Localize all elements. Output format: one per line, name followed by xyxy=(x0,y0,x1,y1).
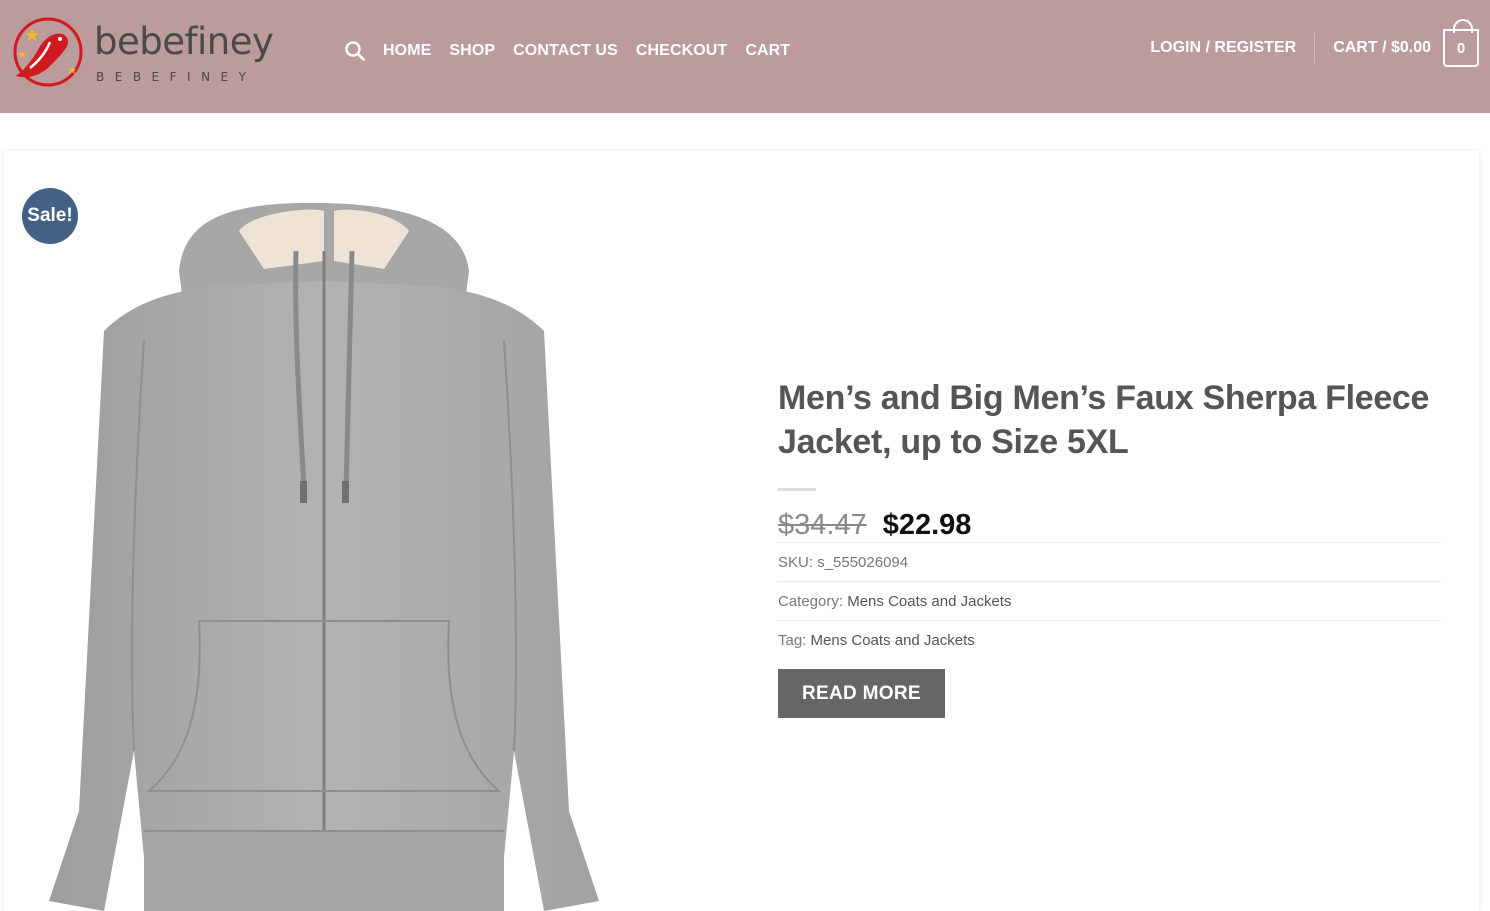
search-icon[interactable] xyxy=(345,40,367,62)
sku-label: SKU: xyxy=(778,554,814,571)
nav-shop[interactable]: SHOP xyxy=(449,42,495,60)
tag-label: Tag: xyxy=(778,632,807,649)
category-row: Category: Mens Coats and Jackets xyxy=(778,581,1442,620)
category-link[interactable]: Mens Coats and Jackets xyxy=(847,593,1011,610)
main-nav: HOME SHOP CONTACT US CHECKOUT CART xyxy=(345,38,808,64)
category-label: Category: xyxy=(778,593,844,610)
product-card: Sale! Men’s and Big Men’s Faux Sherpa Fl… xyxy=(4,151,1479,911)
product-image[interactable] xyxy=(24,191,624,911)
bird-logo-icon xyxy=(13,17,83,87)
cart-total-link[interactable]: CART / $0.00 xyxy=(1333,39,1431,57)
account-nav: LOGIN / REGISTER CART / $0.00 0 xyxy=(1150,19,1479,72)
read-more-button[interactable]: READ MORE xyxy=(778,669,945,718)
nav-divider xyxy=(1314,33,1316,63)
sale-badge: Sale! xyxy=(22,188,78,244)
tag-link[interactable]: Mens Coats and Jackets xyxy=(811,632,975,649)
product-summary: Men’s and Big Men’s Faux Sherpa Fleece J… xyxy=(778,376,1442,718)
cart-count-icon[interactable]: 0 xyxy=(1443,19,1479,67)
tag-row: Tag: Mens Coats and Jackets xyxy=(778,620,1442,659)
old-price: $34.47 xyxy=(778,509,867,541)
nav-checkout[interactable]: CHECKOUT xyxy=(636,42,727,60)
nav-contact-us[interactable]: CONTACT US xyxy=(513,42,618,60)
product-price: $34.47 $22.98 xyxy=(778,509,1442,542)
sku-value: s_555026094 xyxy=(817,554,909,571)
sku-row: SKU: s_555026094 xyxy=(778,542,1442,581)
product-title: Men’s and Big Men’s Faux Sherpa Fleece J… xyxy=(778,379,1430,461)
login-register-link[interactable]: LOGIN / REGISTER xyxy=(1150,39,1296,57)
sale-price: $22.98 xyxy=(882,509,972,541)
nav-cart[interactable]: CART xyxy=(745,42,790,60)
title-divider xyxy=(778,488,816,491)
site-header: bebefiney BEBEFINEY HOME SHOP CONTACT US… xyxy=(0,0,1490,113)
nav-home[interactable]: HOME xyxy=(383,42,431,60)
brand-tagline: BEBEFINEY xyxy=(96,70,257,84)
site-logo[interactable]: bebefiney BEBEFINEY xyxy=(10,16,274,88)
brand-name: bebefiney xyxy=(94,20,274,63)
